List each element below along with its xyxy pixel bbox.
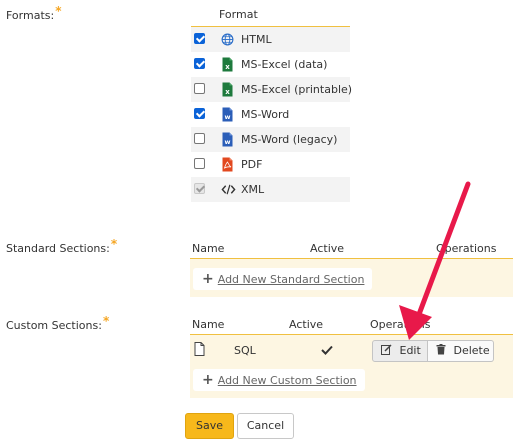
edit-icon <box>381 344 396 357</box>
add-standard-section-link[interactable]: + Add New Standard Section <box>193 268 373 290</box>
format-name: MS-Word (legacy) <box>241 133 338 146</box>
format-checkbox-xml[interactable] <box>194 183 205 194</box>
required-marker: * <box>102 314 110 328</box>
format-name: HTML <box>241 33 272 46</box>
add-custom-section-link[interactable]: + Add New Custom Section <box>193 369 365 391</box>
formats-label-text: Formats: <box>6 9 55 22</box>
svg-text:w: w <box>224 113 230 121</box>
format-row-word-legacy: w MS-Word (legacy) <box>191 127 350 152</box>
format-checkbox-word[interactable] <box>194 108 205 119</box>
format-checkbox-excel-data[interactable] <box>194 58 205 69</box>
plus-icon: + <box>202 372 214 388</box>
word-icon: w <box>222 107 233 122</box>
format-name: MS-Excel (printable) <box>241 83 353 96</box>
format-name: PDF <box>241 158 263 171</box>
format-checkbox-excel-printable[interactable] <box>194 83 205 94</box>
format-name: XML <box>241 183 265 196</box>
format-row-excel-data: x MS-Excel (data) <box>191 52 350 77</box>
format-name: MS-Excel (data) <box>241 58 328 71</box>
custom-sections-label-text: Custom Sections: <box>6 319 102 332</box>
column-header-name: Name <box>192 318 225 331</box>
add-custom-section-text: Add New Custom Section <box>217 374 357 387</box>
column-header-operations: Operations <box>436 242 497 255</box>
svg-text:x: x <box>225 63 230 71</box>
format-row-pdf: PDF <box>191 152 350 177</box>
file-icon <box>194 342 205 356</box>
standard-sections-label-text: Standard Sections: <box>6 242 110 255</box>
cancel-button[interactable]: Cancel <box>237 413 294 439</box>
custom-sections-body: SQL Edit Delete + Add New Custom Section <box>190 335 513 398</box>
excel-icon: x <box>222 82 233 97</box>
format-row-xml: XML <box>191 177 350 202</box>
formats-label: Formats:* <box>6 4 61 22</box>
format-row-word: w MS-Word <box>191 102 350 127</box>
add-standard-section-text: Add New Standard Section <box>217 273 365 286</box>
column-header-active: Active <box>310 242 345 255</box>
edit-label: Edit <box>399 344 421 357</box>
edit-button[interactable]: Edit <box>372 340 428 362</box>
save-button[interactable]: Save <box>185 413 234 439</box>
standard-sections-body: + Add New Standard Section <box>190 259 513 297</box>
format-row-html: HTML <box>191 27 350 52</box>
format-checkbox-word-legacy[interactable] <box>194 133 205 144</box>
standard-sections-label: Standard Sections:* <box>6 237 117 255</box>
excel-icon: x <box>222 57 233 72</box>
pdf-icon <box>222 157 233 172</box>
custom-sections-header: Name Active Operations <box>190 316 513 335</box>
svg-text:w: w <box>224 138 230 146</box>
required-marker: * <box>55 4 62 18</box>
format-name: MS-Word <box>241 108 290 121</box>
format-checkbox-pdf[interactable] <box>194 158 205 169</box>
format-checkbox-html[interactable] <box>194 33 205 44</box>
code-icon <box>221 184 236 195</box>
delete-label: Delete <box>453 344 490 357</box>
section-name: SQL <box>234 344 256 357</box>
formats-table: Format HTML x MS-Excel (data) x MS-Excel… <box>191 8 353 202</box>
word-icon: w <box>222 132 233 147</box>
globe-icon <box>221 33 234 46</box>
format-column-header: Format <box>191 8 350 27</box>
required-marker: * <box>110 237 118 251</box>
format-row-excel-printable: x MS-Excel (printable) <box>191 77 353 102</box>
custom-sections-label: Custom Sections:* <box>6 314 109 332</box>
column-header-name: Name <box>192 242 225 255</box>
delete-button[interactable]: Delete <box>428 340 494 362</box>
svg-text:x: x <box>225 88 230 96</box>
check-icon <box>321 345 333 355</box>
plus-icon: + <box>202 271 214 287</box>
trash-icon <box>436 344 450 357</box>
column-header-operations: Operations <box>370 318 431 331</box>
table-row: SQL Edit Delete <box>190 335 513 365</box>
column-header-active: Active <box>289 318 324 331</box>
standard-sections-header: Name Active Operations <box>190 240 513 259</box>
